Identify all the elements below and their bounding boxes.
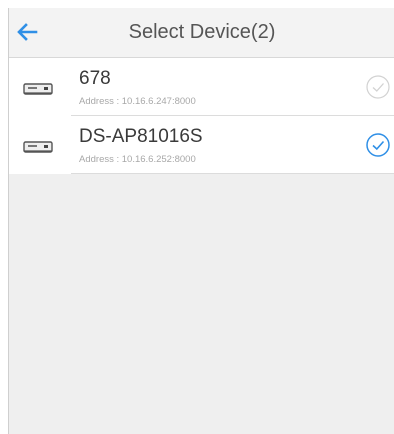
back-arrow-icon — [17, 23, 38, 41]
device-name: 678 — [79, 68, 111, 89]
device-row-ds-ap81016s[interactable]: DS-AP81016S Address : 10.16.6.252:8000 — [9, 116, 394, 174]
row-divider — [71, 173, 394, 174]
checked-circle-icon[interactable] — [365, 132, 391, 158]
header-bar: Select Device(2) — [9, 8, 394, 58]
device-address: Address : 10.16.6.252:8000 — [79, 154, 196, 165]
page-title: Select Device(2) — [128, 21, 276, 43]
device-row-678[interactable]: 678 Address : 10.16.6.247:8000 — [9, 58, 394, 116]
unchecked-circle-icon[interactable] — [365, 74, 391, 100]
dvr-device-icon — [23, 141, 53, 153]
device-name: DS-AP81016S — [79, 126, 203, 147]
device-list: 678 Address : 10.16.6.247:8000 DS-AP8101… — [9, 58, 394, 174]
device-address: Address : 10.16.6.247:8000 — [79, 96, 196, 107]
app-frame: Select Device(2) 678 Address : 10.16.6.2… — [8, 8, 394, 434]
dvr-device-icon — [23, 83, 53, 95]
back-button[interactable] — [13, 18, 41, 46]
